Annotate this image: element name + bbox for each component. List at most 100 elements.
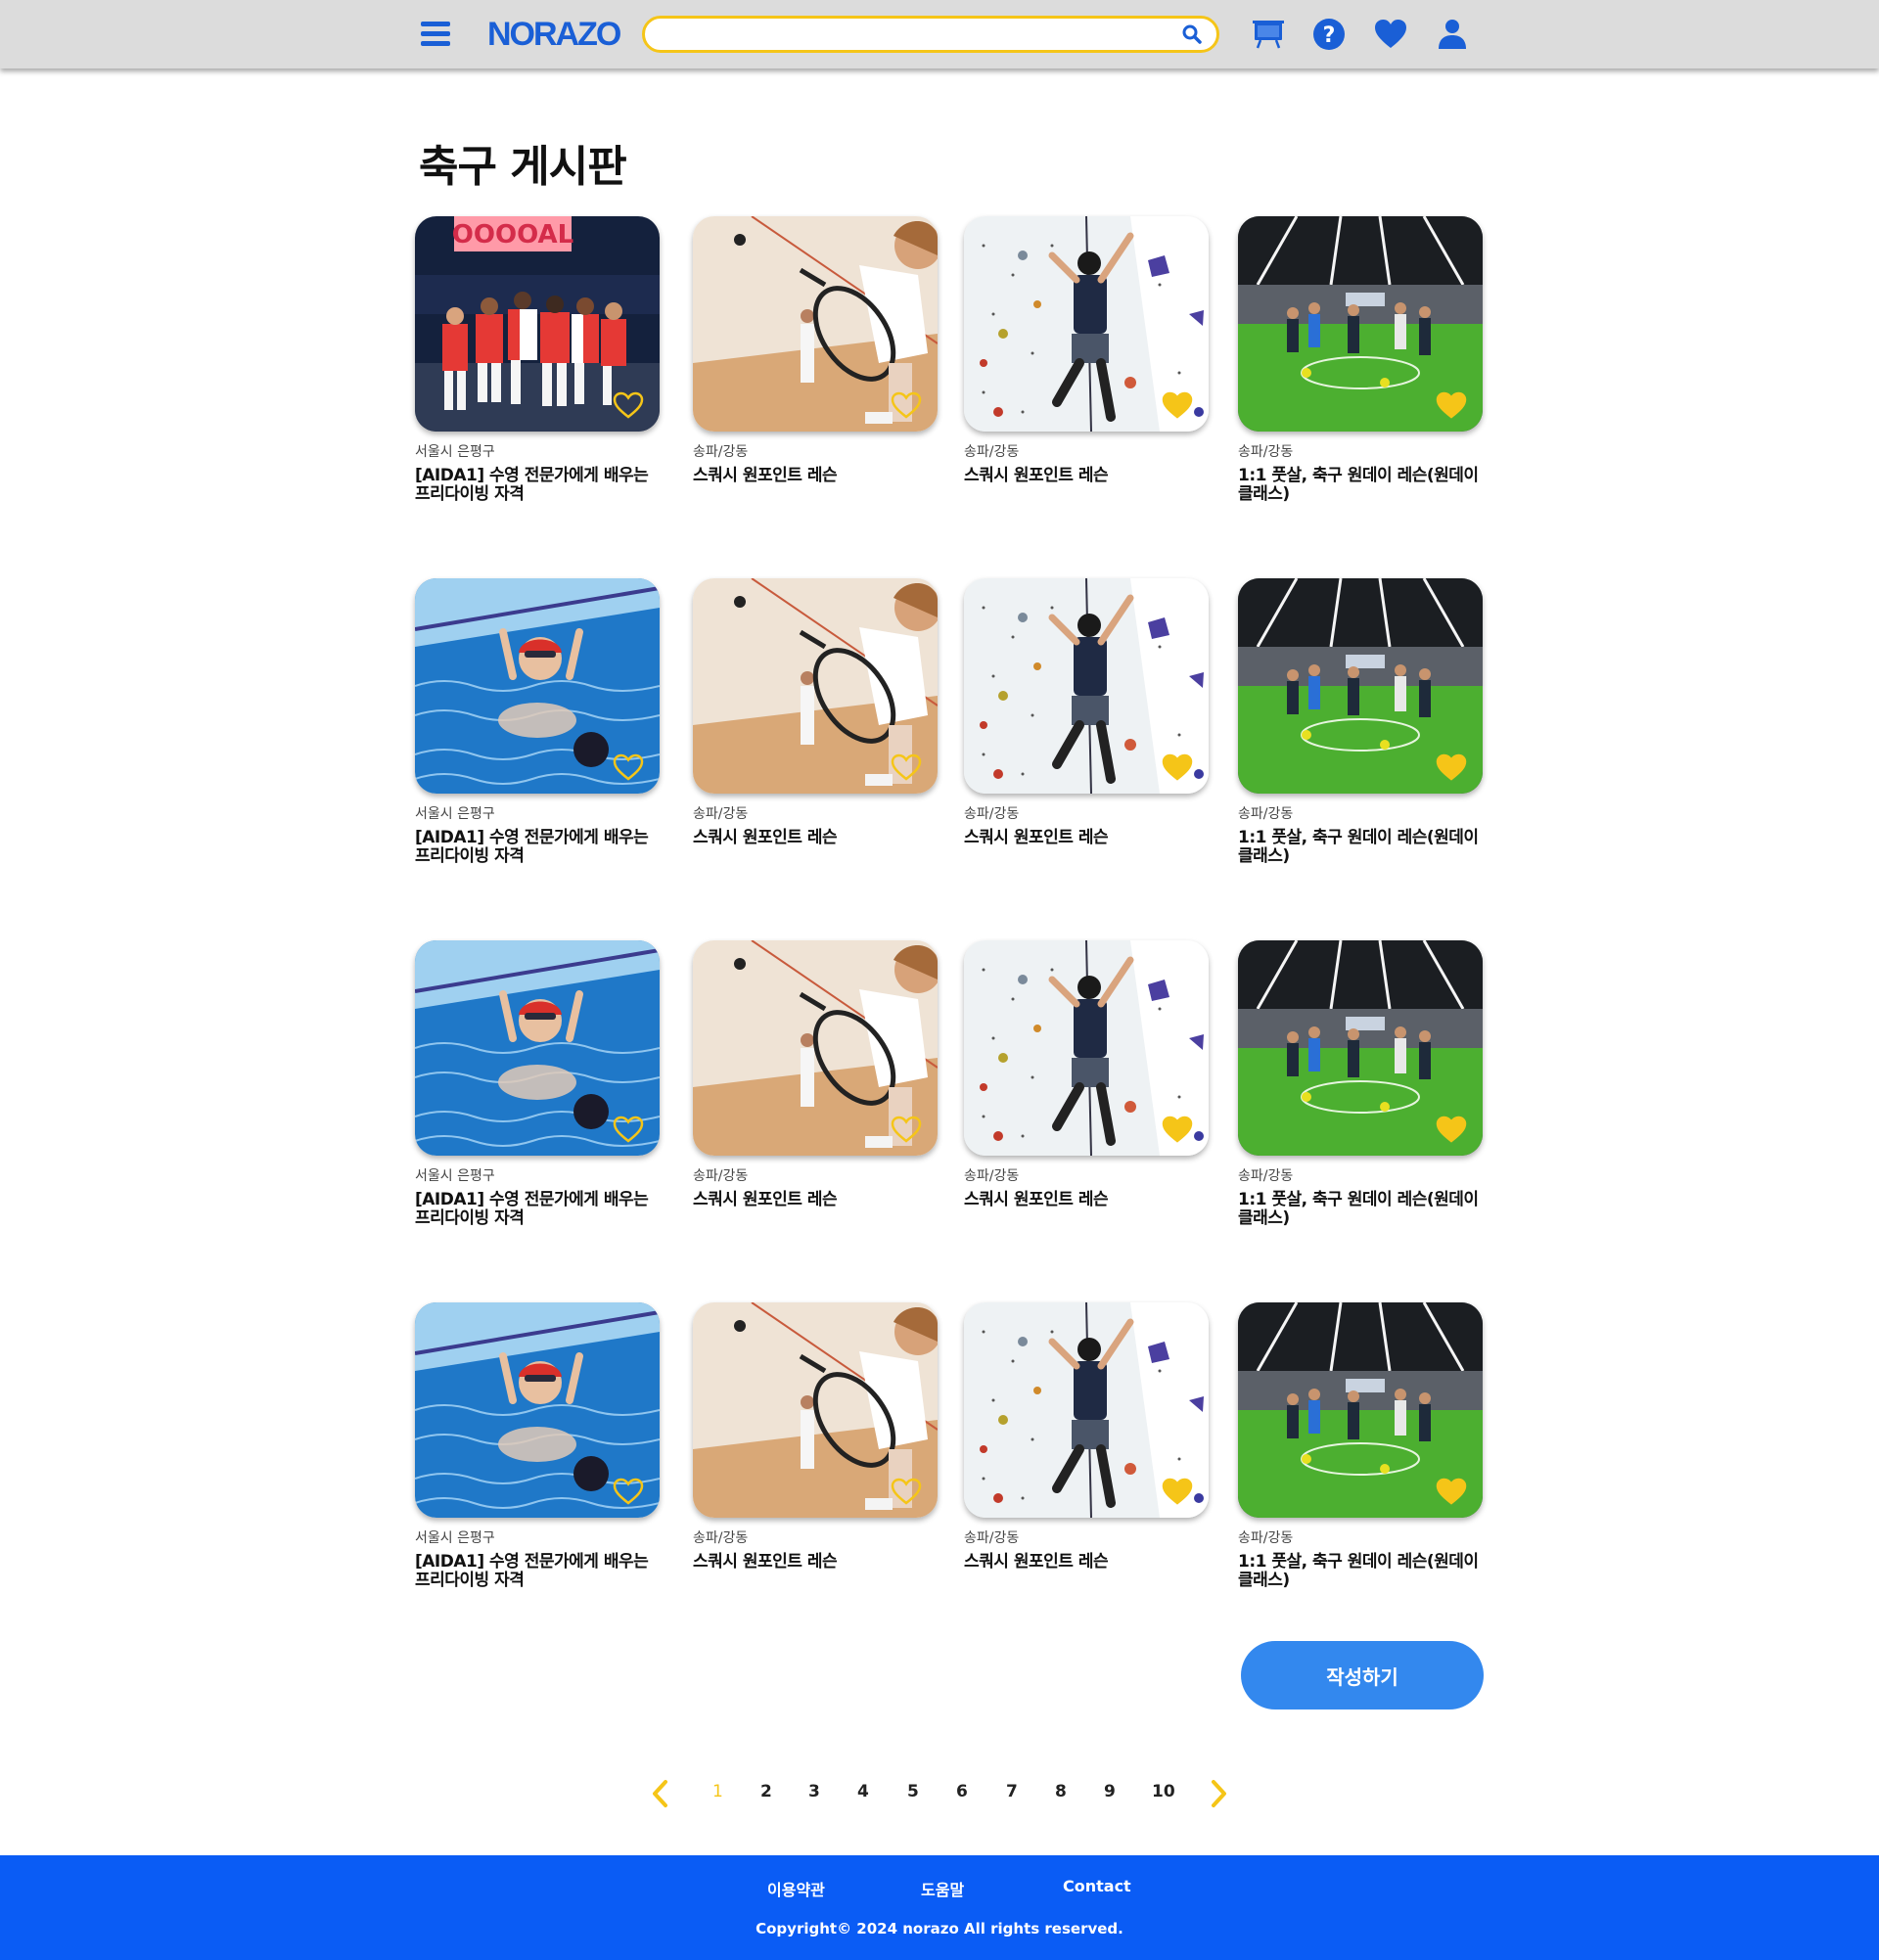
post-title[interactable]: 스쿼시 원포인트 레슨 [693, 1553, 938, 1572]
post-card[interactable]: OOOOAL 서울시 은평구 [AIDA1] 수영 전문가에게 배우는 프리다이… [415, 216, 660, 504]
menu-icon[interactable] [421, 22, 450, 47]
heart-filled-icon[interactable] [1162, 752, 1193, 782]
heart-outline-icon[interactable] [891, 1477, 922, 1506]
post-location: 송파/강동 [693, 444, 749, 460]
heart-filled-icon[interactable] [1162, 1115, 1193, 1144]
page-number[interactable]: 1 [712, 1782, 723, 1801]
post-card[interactable]: 송파/강동 1:1 풋살, 축구 원데이 레슨(원데이 클래스) [1238, 578, 1483, 866]
post-card[interactable]: 송파/강동 스쿼시 원포인트 레슨 [693, 578, 938, 847]
chevron-right-icon[interactable] [1204, 1776, 1233, 1811]
post-location: 서울시 은평구 [415, 1168, 495, 1184]
search-icon[interactable] [1181, 23, 1203, 45]
page-number[interactable]: 10 [1152, 1782, 1175, 1801]
search-bar [642, 16, 1219, 53]
post-thumbnail[interactable] [693, 216, 938, 432]
post-card[interactable]: 서울시 은평구 [AIDA1] 수영 전문가에게 배우는 프리다이빙 자격 [415, 940, 660, 1228]
heart-filled-icon[interactable] [1436, 390, 1467, 420]
page-number[interactable]: 8 [1055, 1782, 1067, 1801]
heart-outline-icon[interactable] [613, 1115, 644, 1144]
post-location: 서울시 은평구 [415, 444, 495, 460]
post-thumbnail[interactable] [693, 1302, 938, 1518]
post-thumbnail[interactable] [964, 940, 1209, 1156]
post-card[interactable]: 송파/강동 스쿼시 원포인트 레슨 [693, 940, 938, 1209]
post-thumbnail[interactable]: OOOOAL [415, 216, 660, 432]
post-thumbnail[interactable] [693, 578, 938, 794]
post-location: 송파/강동 [1238, 444, 1294, 460]
post-card[interactable]: 송파/강동 스쿼시 원포인트 레슨 [693, 1302, 938, 1572]
heart-outline-icon[interactable] [891, 1115, 922, 1144]
heart-filled-icon[interactable] [1436, 752, 1467, 782]
post-card[interactable]: 서울시 은평구 [AIDA1] 수영 전문가에게 배우는 프리다이빙 자격 [415, 578, 660, 866]
footer-link-terms[interactable]: 이용약관 [767, 1877, 825, 1900]
board-icon[interactable] [1251, 17, 1286, 52]
post-card[interactable]: 송파/강동 1:1 풋살, 축구 원데이 레슨(원데이 클래스) [1238, 1302, 1483, 1590]
page-number[interactable]: 9 [1104, 1782, 1116, 1801]
post-title[interactable]: [AIDA1] 수영 전문가에게 배우는 프리다이빙 자격 [415, 1553, 660, 1590]
post-location: 서울시 은평구 [415, 1530, 495, 1546]
post-title[interactable]: 스쿼시 원포인트 레슨 [693, 829, 938, 847]
post-card[interactable]: 송파/강동 스쿼시 원포인트 레슨 [964, 1302, 1209, 1572]
footer-link-help[interactable]: 도움말 [921, 1877, 964, 1900]
footer-link-contact[interactable]: Contact [1063, 1877, 1131, 1895]
page-number[interactable]: 3 [808, 1782, 820, 1801]
post-thumbnail[interactable] [964, 1302, 1209, 1518]
post-thumbnail[interactable] [415, 1302, 660, 1518]
post-card[interactable]: 송파/강동 스쿼시 원포인트 레슨 [964, 216, 1209, 485]
post-title[interactable]: [AIDA1] 수영 전문가에게 배우는 프리다이빙 자격 [415, 829, 660, 866]
post-title[interactable]: [AIDA1] 수영 전문가에게 배우는 프리다이빙 자격 [415, 1191, 660, 1228]
post-title[interactable]: 스쿼시 원포인트 레슨 [964, 1191, 1209, 1209]
post-title[interactable]: 스쿼시 원포인트 레슨 [693, 1191, 938, 1209]
post-title[interactable]: 1:1 풋살, 축구 원데이 레슨(원데이 클래스) [1238, 467, 1483, 504]
footer: 이용약관 도움말 Contact Copyright© 2024 norazo … [0, 1855, 1879, 1960]
heart-icon[interactable] [1373, 17, 1408, 52]
heart-outline-icon[interactable] [891, 752, 922, 782]
logo[interactable]: NORAZO [487, 14, 621, 55]
post-thumbnail[interactable] [1238, 216, 1483, 432]
post-thumbnail[interactable] [1238, 1302, 1483, 1518]
post-thumbnail[interactable] [1238, 578, 1483, 794]
post-title[interactable]: 1:1 풋살, 축구 원데이 레슨(원데이 클래스) [1238, 1553, 1483, 1590]
heart-outline-icon[interactable] [891, 390, 922, 420]
post-location: 송파/강동 [964, 444, 1020, 460]
page-number[interactable]: 6 [956, 1782, 968, 1801]
post-card[interactable]: 서울시 은평구 [AIDA1] 수영 전문가에게 배우는 프리다이빙 자격 [415, 1302, 660, 1590]
post-title[interactable]: 1:1 풋살, 축구 원데이 레슨(원데이 클래스) [1238, 829, 1483, 866]
post-thumbnail[interactable] [415, 940, 660, 1156]
post-title[interactable]: 1:1 풋살, 축구 원데이 레슨(원데이 클래스) [1238, 1191, 1483, 1228]
post-thumbnail[interactable] [964, 216, 1209, 432]
post-card[interactable]: 송파/강동 1:1 풋살, 축구 원데이 레슨(원데이 클래스) [1238, 940, 1483, 1228]
heart-filled-icon[interactable] [1436, 1115, 1467, 1144]
user-icon[interactable] [1435, 17, 1470, 52]
post-location: 송파/강동 [964, 1530, 1020, 1546]
heart-filled-icon[interactable] [1436, 1477, 1467, 1506]
post-thumbnail[interactable] [964, 578, 1209, 794]
heart-outline-icon[interactable] [613, 752, 644, 782]
help-icon[interactable]: ? [1311, 17, 1347, 52]
post-title[interactable]: 스쿼시 원포인트 레슨 [964, 1553, 1209, 1572]
post-location: 송파/강동 [964, 1168, 1020, 1184]
post-title[interactable]: 스쿼시 원포인트 레슨 [693, 467, 938, 485]
post-title[interactable]: [AIDA1] 수영 전문가에게 배우는 프리다이빙 자격 [415, 467, 660, 504]
page-number[interactable]: 2 [760, 1782, 772, 1801]
page-number[interactable]: 7 [1006, 1782, 1018, 1801]
heart-filled-icon[interactable] [1162, 390, 1193, 420]
post-card[interactable]: 송파/강동 1:1 풋살, 축구 원데이 레슨(원데이 클래스) [1238, 216, 1483, 504]
heart-outline-icon[interactable] [613, 390, 644, 420]
write-post-button[interactable]: 작성하기 [1241, 1641, 1484, 1709]
post-location: 송파/강동 [1238, 1530, 1294, 1546]
page-number[interactable]: 4 [857, 1782, 869, 1801]
post-thumbnail[interactable] [415, 578, 660, 794]
post-location: 서울시 은평구 [415, 806, 495, 822]
post-card[interactable]: 송파/강동 스쿼시 원포인트 레슨 [964, 578, 1209, 847]
heart-filled-icon[interactable] [1162, 1477, 1193, 1506]
post-title[interactable]: 스쿼시 원포인트 레슨 [964, 829, 1209, 847]
post-card[interactable]: 송파/강동 스쿼시 원포인트 레슨 [693, 216, 938, 485]
post-card[interactable]: 송파/강동 스쿼시 원포인트 레슨 [964, 940, 1209, 1209]
post-title[interactable]: 스쿼시 원포인트 레슨 [964, 467, 1209, 485]
post-thumbnail[interactable] [1238, 940, 1483, 1156]
heart-outline-icon[interactable] [613, 1477, 644, 1506]
page-number[interactable]: 5 [907, 1782, 919, 1801]
search-input[interactable] [661, 19, 1169, 50]
chevron-left-icon[interactable] [646, 1776, 675, 1811]
post-thumbnail[interactable] [693, 940, 938, 1156]
